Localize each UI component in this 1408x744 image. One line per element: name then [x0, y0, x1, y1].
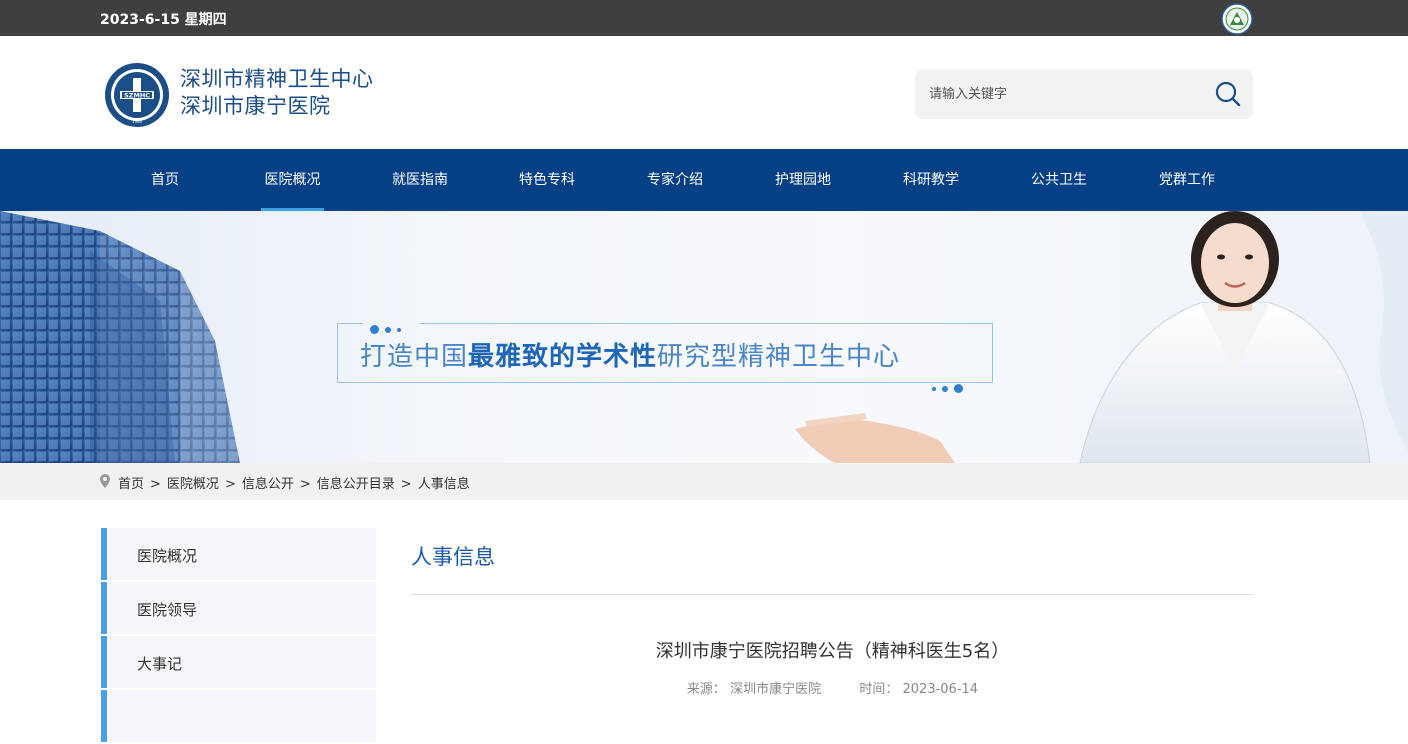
nav-item-specialties[interactable]: 特色专科	[512, 149, 582, 211]
hospital-name[interactable]: 深圳市精神卫生中心 深圳市康宁医院	[180, 66, 374, 120]
sidebar-item-label: 大事记	[137, 655, 183, 673]
nav-item-research-teaching[interactable]: 科研教学	[896, 149, 966, 211]
source-label: 来源：	[686, 682, 726, 697]
breadcrumb-link-info-catalog[interactable]: 信息公开目录	[317, 477, 395, 492]
search-input[interactable]	[915, 69, 1205, 119]
current-date: 2023-6-15 星期四	[100, 12, 227, 28]
hospital-name-line2: 深圳市康宁医院	[180, 94, 331, 118]
breadcrumb-link-home[interactable]: 首页	[118, 477, 144, 492]
sidebar-item-label: 医院领导	[137, 601, 198, 619]
nav-item-experts[interactable]: 专家介绍	[640, 149, 710, 211]
top-bar: 2023-6-15 星期四	[0, 0, 1408, 36]
time-value: 2023-06-14	[902, 682, 979, 697]
nav-item-medical-guide[interactable]: 就医指南	[385, 149, 455, 211]
site-header: SZMHC 1986 深圳市精神卫生中心 深圳市康宁医院	[0, 36, 1408, 149]
hand-image	[795, 413, 955, 463]
hospital-logo-icon[interactable]: SZMHC 1986	[104, 62, 170, 128]
nav-item-party-work[interactable]: 党群工作	[1152, 149, 1222, 211]
section-divider	[411, 594, 1254, 595]
time-label: 时间：	[859, 682, 899, 697]
source-value: 深圳市康宁医院	[730, 682, 822, 697]
nav-item-hospital-overview[interactable]: 医院概况	[261, 149, 324, 211]
breadcrumb-current[interactable]: 人事信息	[418, 477, 470, 492]
main-nav: 首页 医院概况 就医指南 特色专科 专家介绍 护理园地 科研教学 公共卫生 党群…	[0, 149, 1408, 211]
nav-item-nursing[interactable]: 护理园地	[768, 149, 838, 211]
article-title: 深圳市康宁医院招聘公告（精神科医生5名）	[655, 641, 1010, 662]
section-title: 人事信息	[411, 545, 495, 569]
hero-banner: 打造中国最雅致的学术性研究型精神卫生中心	[0, 211, 1408, 463]
decor-dots-right	[932, 378, 969, 397]
svg-text:1986: 1986	[132, 119, 143, 124]
sidebar-item-hospital-overview[interactable]: 医院概况	[101, 528, 376, 580]
location-pin-icon	[100, 474, 110, 488]
sidebar-item-hospital-leaders[interactable]: 医院领导	[101, 582, 376, 634]
sidebar-item-next[interactable]	[101, 690, 376, 742]
breadcrumb-link-info-disclosure[interactable]: 信息公开	[242, 477, 294, 492]
breadcrumb-bar: 首页 > 医院概况 > 信息公开 > 信息公开目录 > 人事信息	[0, 463, 1408, 500]
doctor-image	[1079, 211, 1408, 463]
sidebar-menu: 医院概况 医院领导 大事记	[101, 528, 376, 744]
search-icon[interactable]	[1213, 79, 1243, 109]
nav-item-public-health[interactable]: 公共卫生	[1024, 149, 1094, 211]
sidebar-item-label: 医院概况	[137, 547, 198, 565]
accreditation-badge-icon[interactable]	[1221, 3, 1253, 35]
article-meta: 来源： 深圳市康宁医院 时间： 2023-06-14	[411, 678, 1254, 697]
svg-text:SZMHC: SZMHC	[124, 92, 150, 100]
hospital-name-line1: 深圳市精神卫生中心	[180, 67, 374, 91]
banner-slogan: 打造中国最雅致的学术性研究型精神卫生中心	[360, 342, 901, 372]
building-image	[0, 211, 240, 463]
nav-item-home[interactable]: 首页	[133, 149, 197, 211]
breadcrumb: 首页 > 医院概况 > 信息公开 > 信息公开目录 > 人事信息	[118, 477, 470, 492]
breadcrumb-link-overview[interactable]: 医院概况	[167, 477, 219, 492]
search-box	[915, 69, 1253, 119]
sidebar-item-milestones[interactable]: 大事记	[101, 636, 376, 688]
